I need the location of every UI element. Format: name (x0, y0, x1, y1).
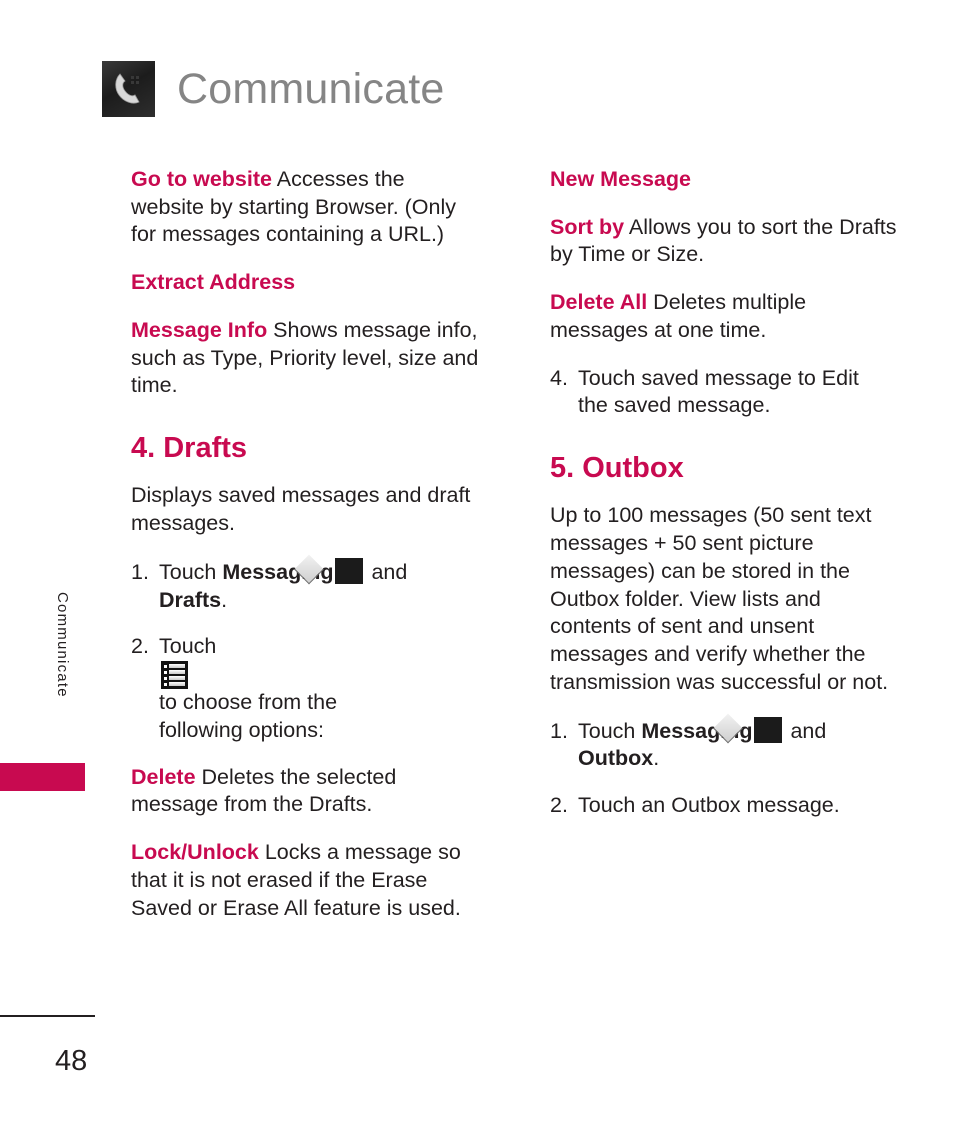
definition-go-to-website: Go to website Accesses the website by st… (131, 166, 483, 249)
section-heading-drafts: 4. Drafts (131, 432, 248, 465)
step-number: 2. (131, 634, 149, 659)
drafts-step-2: 2. Touch to choose from the following opti… (131, 633, 483, 744)
step-text: Touch an Outbox message. (578, 793, 840, 818)
envelope-icon (335, 557, 364, 584)
term-label: Go to website (131, 167, 272, 191)
list-menu-icon (161, 661, 188, 690)
definition-lock-unlock: Lock/Unlock Locks a message so that it i… (131, 839, 483, 922)
definition-delete: Delete Deletes the selected message from… (131, 764, 483, 819)
page-header: Communicate (102, 61, 444, 117)
footer-divider (0, 1015, 95, 1017)
definition-new-message: New Message (550, 167, 692, 191)
term-label: Lock/Unlock (131, 840, 259, 865)
definition-sort-by: Sort by Allows you to sort the Drafts by… (550, 214, 902, 269)
chapter-tab-label: Communicate (54, 592, 71, 698)
step-bold-outbox: Outbox (578, 746, 654, 771)
step-text-after: . (221, 587, 228, 612)
step-number: 1. (550, 718, 568, 743)
envelope-icon (754, 716, 783, 743)
definition-delete-all: Delete All Deletes multiple messages at … (550, 289, 902, 344)
step-text-after: . (653, 746, 660, 771)
left-column: Go to website Accesses the website by st… (131, 166, 483, 922)
step-text-middle: and (784, 718, 827, 743)
page-number: 48 (55, 1045, 88, 1077)
step-number: 2. (550, 793, 568, 818)
step-text: Touch (159, 559, 223, 584)
phone-handset-icon (102, 61, 155, 117)
drafts-intro: Displays saved messages and draft messag… (131, 483, 471, 536)
page-title: Communicate (177, 64, 445, 113)
outbox-intro: Up to 100 messages (50 sent text message… (550, 503, 889, 694)
step-text: Touch saved message to Edit (578, 365, 859, 390)
page-body: Go to website Accesses the website by st… (131, 166, 903, 922)
step-number: 4. (550, 365, 568, 390)
step-continuation: Drafts. (159, 587, 483, 615)
term-label: Sort by (550, 214, 625, 239)
right-column: New Message Sort by Allows you to sort t… (550, 166, 902, 922)
outbox-step-2: 2. Touch an Outbox message. (550, 792, 902, 820)
step-continuation: Outbox. (578, 745, 902, 773)
section-heading-outbox: 5. Outbox (550, 452, 684, 485)
term-label: Delete All (550, 290, 648, 315)
drafts-step-1: 1. Touch Messaging and Drafts. (131, 557, 483, 615)
step-text-middle: to choose from the (159, 690, 338, 715)
definition-extract-address: Extract Address (131, 270, 296, 295)
term-label: Message Info (131, 317, 268, 342)
step-number: 1. (131, 559, 149, 584)
definition-message-info: Message Info Shows message info, such as… (131, 317, 483, 400)
drafts-step-4: 4. Touch saved message to Edit the saved m… (550, 365, 902, 420)
step-continuation: the saved message. (578, 393, 771, 418)
term-label: Delete (131, 764, 196, 789)
step-text: Touch (159, 634, 217, 659)
outbox-step-1: 1. Touch Messaging and Outbox. (550, 716, 902, 773)
step-text-middle: and (365, 559, 408, 584)
step-continuation: following options: (159, 717, 324, 742)
step-text: Touch (578, 718, 642, 743)
chapter-tab-marker (0, 763, 85, 791)
step-bold-drafts: Drafts (159, 587, 222, 612)
